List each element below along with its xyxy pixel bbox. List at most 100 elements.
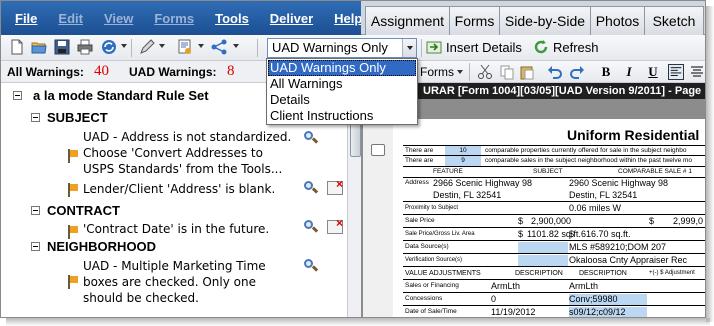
paste-icon[interactable] — [519, 64, 535, 80]
align-left-icon[interactable] — [668, 64, 684, 80]
pen-dropdown-arrow[interactable] — [159, 44, 165, 48]
form-row: FEATURE SUBJECT COMPARABLE SALE # 1 — [403, 167, 705, 178]
forms-menu[interactable]: Forms — [420, 65, 454, 79]
form-cell: Date of Sale/Time — [405, 308, 457, 315]
option-all-warnings[interactable]: All Warnings — [268, 76, 416, 92]
form-row: There are 10 comparable properties curre… — [403, 145, 705, 156]
copy-icon[interactable] — [499, 64, 515, 80]
section-subject[interactable]: SUBJECT — [47, 110, 108, 125]
warning-flag-icon — [68, 275, 78, 289]
menu-edit[interactable]: Edit — [58, 11, 83, 26]
collapse-toggle[interactable] — [13, 91, 22, 100]
insert-details-label: Insert Details — [446, 39, 522, 55]
form-field[interactable]: s09/12;c09/12 — [569, 307, 647, 317]
collapse-toggle[interactable] — [31, 242, 40, 251]
menu-view[interactable]: View — [104, 11, 133, 26]
form-field[interactable]: Destin, FL 32541 — [569, 190, 637, 201]
view-field-icon[interactable] — [304, 259, 319, 273]
rule-set-title[interactable]: a la mode Standard Rule Set — [33, 88, 209, 103]
tab-sketch[interactable]: Sketch — [644, 6, 704, 35]
warning-filter-select[interactable]: UAD Warnings Only — [267, 38, 417, 58]
menu-tools[interactable]: Tools — [215, 11, 249, 26]
section-contract[interactable]: CONTRACT — [47, 203, 120, 218]
share-dropdown-arrow[interactable] — [233, 44, 239, 48]
section-neighborhood[interactable]: NEIGHBORHOOD — [47, 239, 156, 254]
option-details[interactable]: Details — [268, 92, 416, 108]
menu-file[interactable]: File — [15, 11, 37, 26]
form-field[interactable]: Okaloosa Cnty Appraiser Rec — [569, 255, 687, 266]
warning-line: Choose 'Convert Addresses to — [83, 146, 263, 160]
form-field[interactable]: Conv;59980 — [569, 294, 647, 305]
undo-icon[interactable] — [547, 64, 563, 80]
italic-icon[interactable]: I — [620, 63, 638, 81]
underline-icon[interactable]: U — [644, 63, 662, 81]
warning-message[interactable]: 'Contract Date' is in the future. — [83, 221, 269, 237]
certificate-dropdown-arrow[interactable] — [198, 44, 204, 48]
sync-icon[interactable] — [101, 39, 117, 55]
form-field[interactable]: 2,999,0 — [673, 216, 703, 227]
share-icon[interactable] — [211, 39, 227, 55]
all-warnings-label: All Warnings: — [7, 65, 84, 79]
form-field[interactable]: Destin, FL 32541 — [433, 190, 501, 201]
cut-icon[interactable] — [477, 64, 493, 80]
form-field[interactable]: 2960 Scenic Highway 98 — [569, 178, 668, 190]
menu-forms[interactable]: Forms — [154, 11, 194, 26]
view-field-icon[interactable] — [304, 131, 319, 145]
tab-photos[interactable]: Photos — [590, 6, 645, 35]
form-cell: VALUE ADJUSTMENTS — [405, 270, 481, 277]
form-cell: Sale Price — [405, 217, 435, 224]
form-row: Proximity to Subject 0.06 miles W — [403, 203, 705, 215]
form-field[interactable]: 10 — [445, 146, 481, 155]
tab-side-by-side[interactable]: Side-by-Side — [499, 6, 591, 35]
form-field[interactable]: 0 — [491, 294, 496, 305]
view-field-icon[interactable] — [304, 181, 319, 195]
align-center-icon[interactable] — [689, 64, 705, 80]
form-field[interactable]: 0.06 miles W — [569, 203, 621, 214]
tab-forms[interactable]: Forms — [449, 6, 500, 35]
redo-icon[interactable] — [569, 64, 585, 80]
option-uad-warnings-only[interactable]: UAD Warnings Only — [268, 60, 416, 76]
bold-icon[interactable]: B — [597, 63, 615, 81]
tab-assignment[interactable]: Assignment — [365, 6, 450, 35]
window-shadow — [706, 6, 714, 322]
print-icon[interactable] — [77, 39, 93, 55]
view-field-icon[interactable] — [304, 220, 319, 234]
sync-dropdown-arrow[interactable] — [121, 44, 127, 48]
option-client-instructions[interactable]: Client Instructions — [268, 108, 416, 124]
form-field[interactable]: 11/19/2012 — [491, 307, 535, 317]
form-field[interactable] — [518, 255, 568, 266]
refresh-button[interactable]: Refresh — [533, 39, 599, 55]
menu-help[interactable]: Help — [334, 11, 362, 26]
menu-deliver[interactable]: Deliver — [270, 11, 313, 26]
form-row: Verification Source(s) Okaloosa Cnty App… — [403, 255, 705, 267]
bookmark-icon[interactable] — [371, 144, 385, 156]
save-icon[interactable] — [54, 39, 70, 55]
form-field[interactable]: 9 — [445, 156, 481, 166]
dismiss-warning-icon[interactable] — [327, 177, 343, 195]
dismiss-warning-icon[interactable] — [327, 216, 343, 234]
form-field[interactable]: 2966 Scenic Highway 98 — [433, 178, 532, 190]
form-cell: Proximity to Subject — [405, 205, 459, 211]
warning-message[interactable]: Lender/Client 'Address' is blank. — [83, 181, 275, 197]
collapse-toggle[interactable] — [31, 206, 40, 215]
form-field[interactable]: 2,900,000 — [531, 216, 571, 227]
form-row: Sales or Financing ArmLth ArmLth — [403, 281, 705, 293]
new-file-icon[interactable] — [9, 39, 25, 55]
warning-message[interactable]: UAD - Multiple Marketing Time boxes are … — [83, 258, 266, 306]
form-cell: DESCRIPTION — [579, 270, 627, 277]
form-cell: Concessions — [405, 295, 443, 302]
form-field[interactable]: ArmLth — [569, 281, 598, 292]
certificate-icon[interactable] — [177, 39, 193, 55]
warning-message[interactable]: UAD - Address is not standardized. Choos… — [83, 129, 291, 177]
insert-details-button[interactable]: Insert Details — [426, 39, 522, 55]
forms-dropdown-arrow[interactable] — [457, 70, 463, 74]
form-field[interactable]: ArmLth — [491, 281, 520, 292]
collapse-toggle[interactable] — [31, 113, 40, 122]
form-field[interactable] — [518, 242, 568, 253]
form-field[interactable]: MLS #589210;DOM 207 — [569, 242, 666, 253]
pen-icon[interactable] — [139, 39, 155, 55]
chevron-down-icon[interactable] — [402, 39, 416, 57]
open-folder-icon[interactable] — [31, 39, 47, 55]
form-cell: $ — [518, 229, 524, 239]
form-field[interactable]: 616.70 sq.ft. — [581, 229, 631, 240]
